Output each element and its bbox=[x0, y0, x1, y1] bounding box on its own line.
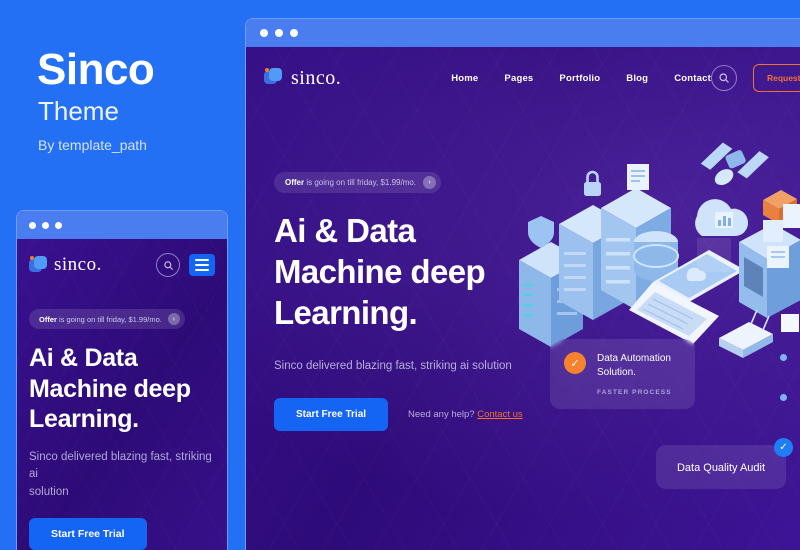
page-subtitle: Theme bbox=[38, 96, 119, 126]
mobile-logo[interactable]: sinco. bbox=[29, 254, 102, 276]
window-dot-maximize[interactable] bbox=[290, 29, 298, 37]
subtitle-line-1: Sinco delivered blazing fast, striking a… bbox=[29, 450, 212, 481]
mobile-offer-badge[interactable]: Offer is going on till friday, $1.99/mo.… bbox=[29, 309, 185, 329]
sinco-logo-icon bbox=[264, 68, 284, 88]
help-label: Need any help? bbox=[408, 408, 478, 420]
heading-line-2: Machine deep bbox=[29, 374, 191, 403]
page-title: Sinco bbox=[37, 45, 155, 94]
card-title-line-1: Data Automation bbox=[597, 353, 671, 364]
window-dot-close[interactable] bbox=[29, 221, 36, 229]
desktop-browser-chrome bbox=[246, 19, 800, 47]
window-dot-minimize[interactable] bbox=[275, 29, 283, 37]
nav-item-blog[interactable]: Blog bbox=[626, 73, 648, 84]
chevron-right-icon[interactable]: › bbox=[167, 313, 180, 325]
logo-text: sinco. bbox=[54, 254, 102, 275]
nav-item-contact[interactable]: Contact bbox=[674, 73, 711, 84]
nav-item-portfolio[interactable]: Portfolio bbox=[559, 73, 600, 84]
mobile-browser-chrome bbox=[17, 211, 227, 239]
heading-line-3: Learning. bbox=[274, 293, 418, 331]
nav-item-home[interactable]: Home bbox=[451, 73, 478, 84]
offer-text: is going on till friday, $1.99/mo. bbox=[56, 314, 162, 324]
nav-item-pages[interactable]: Pages bbox=[504, 73, 533, 84]
hero-subtitle: Sinco delivered blazing fast, striking a… bbox=[274, 359, 512, 372]
site-navbar: sinco. Home Pages Portfolio Blog Contact… bbox=[246, 47, 800, 109]
decorative-dot bbox=[780, 394, 787, 401]
start-free-trial-button[interactable]: Start Free Trial bbox=[274, 397, 389, 431]
document-icon bbox=[763, 220, 783, 242]
left-brand-panel: Sinco Theme By template_path sinco. Offe… bbox=[0, 0, 240, 550]
mobile-hero-subtitle: Sinco delivered blazing fast, striking a… bbox=[29, 449, 215, 502]
lock-icon bbox=[584, 170, 601, 196]
card-title: Data Quality Audit bbox=[676, 462, 766, 474]
chevron-right-icon[interactable]: › bbox=[423, 176, 437, 189]
window-dot-maximize[interactable] bbox=[55, 221, 62, 229]
satellite-icon bbox=[700, 142, 769, 186]
heading-line-1: Ai & Data bbox=[29, 344, 138, 372]
offer-strong: Offer bbox=[39, 314, 57, 324]
mobile-navbar: sinco. bbox=[17, 239, 227, 277]
offer-strong: Offer bbox=[285, 178, 305, 187]
mobile-viewport: sinco. Offer is going on till friday, $1… bbox=[17, 239, 227, 550]
heading-line-1: Ai & Data bbox=[274, 212, 416, 249]
hero-cta-row: Start Free Trial Need any help? Contact … bbox=[274, 397, 544, 431]
mobile-nav-actions bbox=[156, 253, 215, 277]
desktop-viewport: sinco. Home Pages Portfolio Blog Contact… bbox=[246, 47, 800, 550]
author-credit: By template_path bbox=[38, 137, 147, 153]
window-dot-close[interactable] bbox=[260, 29, 268, 37]
offer-text: is going on till friday, $1.99/mo. bbox=[304, 178, 417, 187]
mobile-mockup: sinco. Offer is going on till friday, $1… bbox=[16, 210, 228, 550]
hero-section: Offer is going on till friday, $1.99/mo.… bbox=[274, 172, 544, 431]
mobile-hero-heading: Ai & Data Machine deep Learning. bbox=[29, 343, 227, 435]
logo-text: sinco. bbox=[291, 66, 342, 89]
sinco-logo-icon bbox=[29, 256, 47, 274]
search-icon[interactable] bbox=[710, 65, 737, 91]
hamburger-icon[interactable] bbox=[189, 254, 215, 276]
heading-line-2: Machine deep bbox=[274, 252, 486, 290]
nav-actions: Request aDemo bbox=[710, 64, 800, 92]
site-logo[interactable]: sinco. bbox=[264, 67, 341, 90]
white-square bbox=[781, 314, 799, 332]
help-text: Need any help? Contact us bbox=[408, 409, 523, 420]
check-circle-icon: ✓ bbox=[774, 438, 793, 457]
router-icon bbox=[719, 309, 773, 358]
search-icon[interactable] bbox=[156, 253, 180, 277]
card-title-line-2: Solution. bbox=[597, 366, 636, 378]
mobile-start-free-trial-button[interactable]: Start Free Trial bbox=[29, 517, 147, 550]
card-title: Data Automation Solution. bbox=[597, 352, 671, 379]
document-icon bbox=[767, 246, 789, 268]
decorative-dot bbox=[780, 354, 787, 361]
offer-badge[interactable]: Offer is going on till friday, $1.99/mo.… bbox=[274, 172, 442, 193]
nav-links: Home Pages Portfolio Blog Contact bbox=[451, 73, 711, 84]
desktop-mockup: sinco. Home Pages Portfolio Blog Contact… bbox=[245, 18, 800, 550]
check-circle-icon: ✓ bbox=[564, 352, 586, 374]
window-dot-minimize[interactable] bbox=[42, 221, 49, 229]
hero-heading: Ai & Data Machine deep Learning. bbox=[274, 211, 544, 334]
subtitle-line-2: solution bbox=[29, 486, 69, 499]
card-header-row: ✓ Data Automation Solution. bbox=[564, 352, 681, 379]
document-icon bbox=[627, 164, 649, 190]
document-icon bbox=[783, 204, 800, 228]
isometric-hero-illustration bbox=[501, 142, 800, 372]
cloud-icon bbox=[695, 199, 749, 236]
data-quality-audit-card[interactable]: ✓ Data Quality Audit bbox=[656, 438, 793, 489]
card-subtitle: FASTER PROCESS bbox=[597, 389, 672, 396]
request-demo-button[interactable]: Request aDemo bbox=[752, 64, 800, 92]
data-automation-card[interactable]: ✓ Data Automation Solution. FASTER PROCE… bbox=[550, 339, 695, 409]
glass-square bbox=[697, 238, 731, 272]
contact-us-link[interactable]: Contact us bbox=[477, 409, 522, 420]
heading-line-3: Learning. bbox=[29, 405, 139, 433]
